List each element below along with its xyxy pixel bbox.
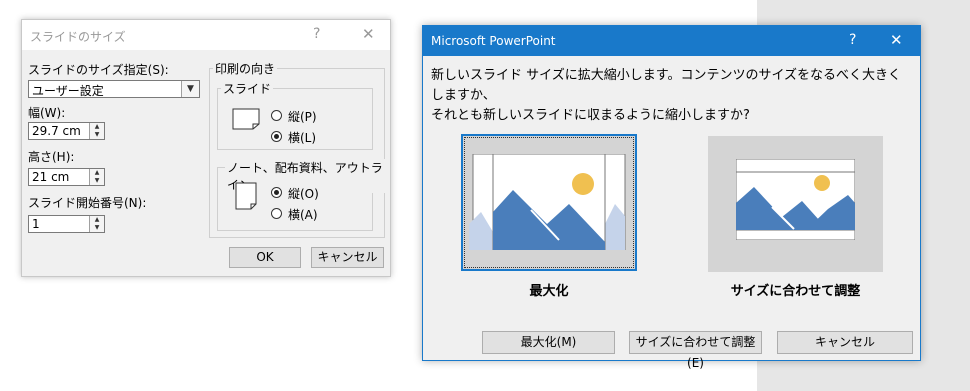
- scale-content-dialog: Microsoft PowerPoint ? ✕ 新しいスライド サイズに拡大縮…: [422, 25, 921, 370]
- width-input[interactable]: 29.7 cm ▲ ▼: [28, 122, 105, 140]
- slide-size-dialog: スライドのサイズ ? ✕ スライドのサイズ指定(S): ユーザー設定 ▼ 幅(W…: [21, 19, 391, 277]
- width-spinner[interactable]: ▲ ▼: [89, 123, 104, 139]
- orientation-label: 印刷の向き: [213, 60, 278, 77]
- dialog-title: Microsoft PowerPoint: [431, 34, 556, 48]
- ok-button[interactable]: OK: [229, 247, 301, 268]
- fit-button[interactable]: サイズに合わせて調整(E): [629, 331, 762, 370]
- maximize-option[interactable]: [461, 134, 637, 271]
- maximize-button[interactable]: 最大化(M): [482, 331, 615, 354]
- slides-portrait-radio[interactable]: [271, 110, 282, 121]
- start-number-spinner[interactable]: ▲ ▼: [89, 216, 104, 232]
- portrait-page-icon: [235, 182, 257, 210]
- help-button[interactable]: ?: [849, 32, 856, 48]
- help-button[interactable]: ?: [313, 26, 320, 42]
- notes-portrait-radio[interactable]: [271, 187, 282, 198]
- notes-landscape-label: 横(A): [288, 208, 318, 222]
- message-line-1: 新しいスライド サイズに拡大縮小します。コンテンツのサイズをなるべく大きくします…: [431, 68, 902, 103]
- start-number-value: 1: [32, 217, 40, 231]
- height-value: 21 cm: [32, 170, 70, 184]
- notes-portrait-label: 縦(O): [288, 187, 319, 201]
- title-bar: Microsoft PowerPoint ? ✕: [423, 26, 920, 56]
- dialog-message: 新しいスライド サイズに拡大縮小します。コンテンツのサイズをなるべく大きくします…: [431, 66, 911, 126]
- slide-size-label: スライドのサイズ指定(S):: [28, 63, 169, 77]
- height-label: 高さ(H):: [28, 150, 75, 164]
- close-button[interactable]: ✕: [890, 31, 903, 49]
- landscape-page-icon: [232, 108, 260, 130]
- maximize-preview-icon: [469, 154, 626, 250]
- slides-group-label: スライド: [221, 80, 274, 97]
- slides-portrait-label: 縦(P): [288, 110, 317, 124]
- height-spinner[interactable]: ▲ ▼: [89, 169, 104, 185]
- slides-landscape-radio[interactable]: [271, 131, 282, 142]
- height-input[interactable]: 21 cm ▲ ▼: [28, 168, 105, 186]
- slide-size-value: ユーザー設定: [32, 84, 104, 98]
- width-label: 幅(W):: [28, 106, 66, 120]
- dialog-title: スライドのサイズ: [30, 30, 126, 44]
- width-value: 29.7 cm: [32, 124, 81, 138]
- slides-landscape-label: 横(L): [288, 131, 317, 145]
- message-line-2: それとも新しいスライドに収まるように縮小しますか?: [431, 108, 750, 123]
- cancel-button[interactable]: キャンセル: [311, 247, 384, 268]
- fit-option[interactable]: [708, 136, 883, 272]
- title-bar: スライドのサイズ ? ✕: [22, 20, 390, 50]
- fit-option-label: サイズに合わせて調整: [730, 284, 861, 299]
- maximize-option-label: 最大化: [529, 284, 569, 299]
- chevron-down-icon[interactable]: ▼: [181, 81, 199, 97]
- fit-preview-icon: [736, 159, 855, 240]
- cancel-button[interactable]: キャンセル: [777, 331, 913, 354]
- start-number-label: スライド開始番号(N):: [28, 196, 147, 210]
- start-number-input[interactable]: 1 ▲ ▼: [28, 215, 105, 233]
- notes-landscape-radio[interactable]: [271, 208, 282, 219]
- slide-size-select[interactable]: ユーザー設定 ▼: [28, 80, 200, 98]
- close-button[interactable]: ✕: [362, 25, 375, 43]
